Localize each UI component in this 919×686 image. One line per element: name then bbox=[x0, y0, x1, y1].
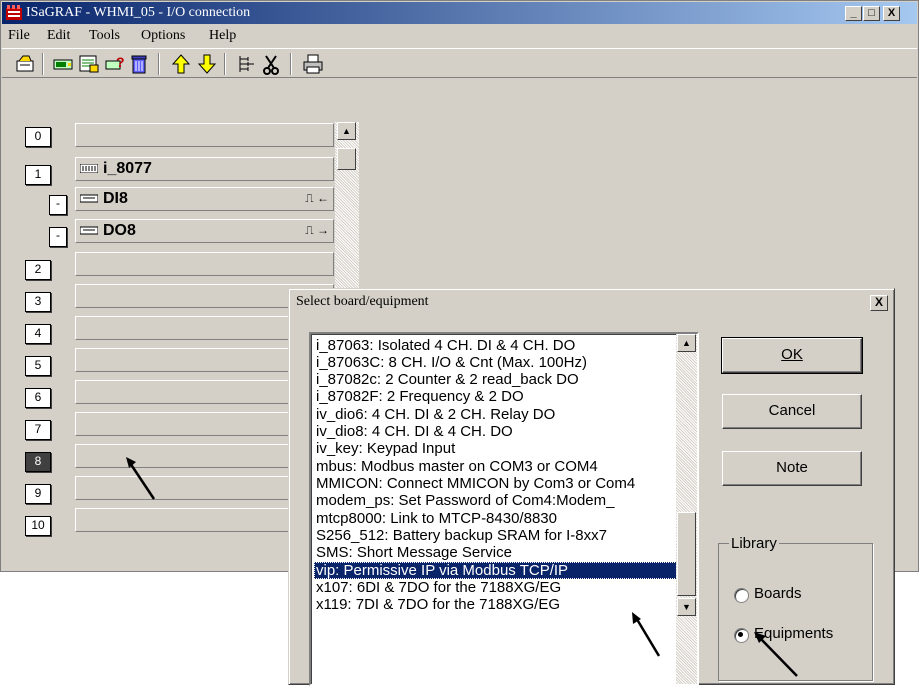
slot-button-6[interactable]: 6 bbox=[25, 388, 51, 408]
slot-button-9[interactable]: 9 bbox=[25, 484, 51, 504]
toolbar: ? bbox=[2, 48, 917, 78]
list-item[interactable]: i_87063: Isolated 4 CH. DI & 4 CH. DO bbox=[314, 337, 677, 354]
ok-button[interactable]: OK bbox=[721, 337, 863, 374]
list-scrollbar[interactable]: ▲ ▼ bbox=[676, 334, 697, 684]
select-board-dialog: Select board/equipment X i_87063: Isolat… bbox=[288, 288, 895, 686]
connect-icon[interactable] bbox=[236, 53, 258, 75]
list-item[interactable]: iv_dio8: 4 CH. DI & 4 CH. DO bbox=[314, 423, 677, 440]
rack-slot-row-1[interactable]: i_8077 bbox=[75, 157, 334, 181]
list-item[interactable]: mbus: Modbus master on COM3 or COM4 bbox=[314, 458, 677, 475]
menu-tools[interactable]: Tools bbox=[86, 27, 123, 44]
slot-button-7[interactable]: 7 bbox=[25, 420, 51, 440]
board-params-icon[interactable] bbox=[78, 53, 100, 75]
rack-slot-label: DI8 bbox=[103, 190, 128, 207]
maximize-button[interactable]: □ bbox=[863, 6, 880, 21]
list-item[interactable]: x119: 7DI & 7DO for the 7188XG/EG bbox=[314, 596, 677, 613]
scroll-up-icon[interactable]: ▲ bbox=[337, 122, 356, 140]
dialog-close-button[interactable]: X bbox=[870, 295, 888, 311]
list-item[interactable]: i_87082F: 2 Frequency & 2 DO bbox=[314, 388, 677, 405]
list-item[interactable]: i_87082c: 2 Counter & 2 read_back DO bbox=[314, 371, 677, 388]
slot-button-5[interactable]: 5 bbox=[25, 356, 51, 376]
note-label: Note bbox=[776, 459, 808, 476]
board-icon bbox=[80, 164, 98, 173]
scroll-thumb[interactable] bbox=[337, 148, 356, 170]
move-up-icon[interactable] bbox=[170, 53, 192, 75]
dialog-title: Select board/equipment bbox=[296, 294, 429, 309]
radio-boards[interactable] bbox=[734, 588, 749, 603]
dialog-title-bar[interactable]: Select board/equipment X bbox=[292, 292, 891, 312]
print-icon[interactable] bbox=[302, 53, 324, 75]
library-label: Library bbox=[729, 535, 779, 552]
close-button[interactable]: X bbox=[883, 6, 900, 21]
collapse-button-di8[interactable]: - bbox=[49, 195, 67, 215]
menu-help[interactable]: Help bbox=[206, 27, 239, 44]
list-item[interactable]: SMS: Short Message Service bbox=[314, 544, 677, 561]
rack-slot-row-2[interactable] bbox=[75, 252, 334, 276]
list-item[interactable]: MMICON: Connect MMICON by Com3 or Com4 bbox=[314, 475, 677, 492]
slot-button-4[interactable]: 4 bbox=[25, 324, 51, 344]
slot-button-0[interactable]: 0 bbox=[25, 127, 51, 147]
output-direction-icon: ⎍ → bbox=[305, 223, 329, 237]
annotation-arrow-icon bbox=[754, 632, 798, 677]
toolbar-separator bbox=[42, 53, 44, 75]
list-item[interactable]: iv_key: Keypad Input bbox=[314, 440, 677, 457]
insert-board-icon[interactable] bbox=[52, 53, 74, 75]
menu-file[interactable]: File bbox=[5, 27, 33, 44]
note-button[interactable]: Note bbox=[722, 451, 862, 486]
help-board-icon[interactable]: ? bbox=[104, 53, 126, 75]
toolbar-separator bbox=[224, 53, 226, 75]
disconnect-icon[interactable] bbox=[260, 53, 282, 75]
io-group-icon bbox=[80, 226, 98, 235]
toolbar-separator bbox=[158, 53, 160, 75]
delete-icon[interactable] bbox=[128, 53, 150, 75]
slot-button-8[interactable]: 8 bbox=[25, 452, 51, 472]
ok-label: OK bbox=[781, 346, 803, 363]
radio-boards-label[interactable]: Boards bbox=[754, 585, 802, 602]
list-item[interactable]: mtcp8000: Link to MTCP-8430/8830 bbox=[314, 510, 677, 527]
title-bar[interactable]: ISaGRAF - WHMI_05 - I/O connection _ □ X bbox=[2, 2, 917, 24]
annotation-arrow-icon bbox=[126, 457, 156, 500]
slot-button-1[interactable]: 1 bbox=[25, 165, 51, 185]
rack-slot-label: DO8 bbox=[103, 222, 136, 239]
rack-slot-label: i_8077 bbox=[103, 160, 152, 177]
radio-selected-dot bbox=[738, 632, 743, 637]
scroll-up-icon[interactable]: ▲ bbox=[677, 334, 696, 352]
menu-bar: File Edit Tools Options Help bbox=[2, 24, 917, 47]
list-item[interactable]: x107: 6DI & 7DO for the 7188XG/EG bbox=[314, 579, 677, 596]
rack-subslot-row-di8[interactable]: DI8 ⎍ ← bbox=[75, 187, 334, 211]
slot-button-3[interactable]: 3 bbox=[25, 292, 51, 312]
list-item-selected[interactable]: vip: Permissive IP via Modbus TCP/IP bbox=[314, 562, 677, 579]
radio-equipments[interactable] bbox=[734, 628, 749, 643]
svg-text:?: ? bbox=[116, 54, 125, 70]
window-title: ISaGRAF - WHMI_05 - I/O connection bbox=[26, 5, 251, 20]
minimize-button[interactable]: _ bbox=[845, 6, 862, 21]
rack-slot-row-0[interactable] bbox=[75, 123, 334, 147]
slot-button-10[interactable]: 10 bbox=[25, 516, 51, 536]
isagraf-app-icon[interactable] bbox=[6, 5, 22, 20]
toolbar-separator bbox=[290, 53, 292, 75]
slot-button-2[interactable]: 2 bbox=[25, 260, 51, 280]
list-item[interactable]: i_87063C: 8 CH. I/O & Cnt (Max. 100Hz) bbox=[314, 354, 677, 371]
input-direction-icon: ⎍ ← bbox=[305, 191, 329, 205]
move-down-icon[interactable] bbox=[196, 53, 218, 75]
menu-options[interactable]: Options bbox=[138, 27, 188, 44]
cancel-label: Cancel bbox=[768, 402, 816, 419]
scroll-down-icon[interactable]: ▼ bbox=[677, 598, 696, 616]
rack-subslot-row-do8[interactable]: DO8 ⎍ → bbox=[75, 219, 334, 243]
list-item[interactable]: S256_512: Battery backup SRAM for I-8xx7 bbox=[314, 527, 677, 544]
open-board-icon[interactable] bbox=[14, 53, 36, 75]
list-scroll-thumb[interactable] bbox=[677, 512, 696, 596]
io-group-icon bbox=[80, 194, 98, 203]
cancel-button[interactable]: Cancel bbox=[722, 394, 862, 429]
list-item[interactable]: iv_dio6: 4 CH. DI & 2 CH. Relay DO bbox=[314, 406, 677, 423]
menu-edit[interactable]: Edit bbox=[44, 27, 73, 44]
collapse-button-do8[interactable]: - bbox=[49, 227, 67, 247]
list-item[interactable]: modem_ps: Set Password of Com4:Modem_ bbox=[314, 492, 677, 509]
annotation-arrow-icon bbox=[632, 612, 661, 657]
